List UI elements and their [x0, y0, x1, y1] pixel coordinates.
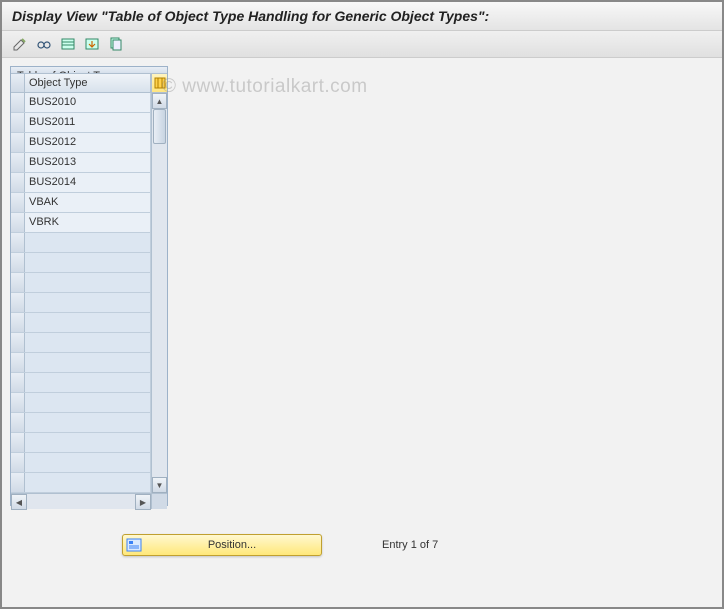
- table-row[interactable]: BUS2010: [11, 93, 151, 113]
- vertical-scrollbar[interactable]: ▲ ▼: [151, 93, 167, 493]
- cell-empty[interactable]: [25, 453, 151, 472]
- row-handle[interactable]: [11, 133, 25, 152]
- table-row[interactable]: [11, 233, 151, 253]
- table-row[interactable]: BUS2011: [11, 113, 151, 133]
- table-row[interactable]: BUS2012: [11, 133, 151, 153]
- cell-empty[interactable]: [25, 333, 151, 352]
- table-row[interactable]: VBAK: [11, 193, 151, 213]
- position-button-label: Position...: [147, 539, 317, 551]
- table-row[interactable]: [11, 373, 151, 393]
- table-row[interactable]: BUS2013: [11, 153, 151, 173]
- table-row[interactable]: [11, 273, 151, 293]
- cell-empty[interactable]: [25, 413, 151, 432]
- table-row[interactable]: [11, 413, 151, 433]
- cell-object-type[interactable]: BUS2013: [25, 153, 151, 172]
- cell-object-type[interactable]: BUS2014: [25, 173, 151, 192]
- table-icon[interactable]: [58, 34, 78, 54]
- horizontal-scrollbar[interactable]: ◀ ▶: [11, 493, 167, 509]
- page-title: Display View "Table of Object Type Handl…: [2, 2, 722, 31]
- row-handle[interactable]: [11, 93, 25, 112]
- row-handle[interactable]: [11, 413, 25, 432]
- row-handle[interactable]: [11, 473, 25, 492]
- row-handle[interactable]: [11, 393, 25, 412]
- edit-icon[interactable]: [10, 34, 30, 54]
- scroll-left-button[interactable]: ◀: [11, 494, 27, 510]
- cell-empty[interactable]: [25, 313, 151, 332]
- rows-area: BUS2010BUS2011BUS2012BUS2013BUS2014VBAKV…: [11, 93, 151, 493]
- scroll-down-button[interactable]: ▼: [152, 477, 167, 493]
- row-handle[interactable]: [11, 453, 25, 472]
- cell-empty[interactable]: [25, 233, 151, 252]
- glasses-icon[interactable]: [34, 34, 54, 54]
- scroll-track[interactable]: [152, 109, 167, 477]
- row-handle[interactable]: [11, 273, 25, 292]
- cell-object-type[interactable]: BUS2012: [25, 133, 151, 152]
- cell-empty[interactable]: [25, 373, 151, 392]
- row-handle[interactable]: [11, 153, 25, 172]
- cell-object-type[interactable]: BUS2011: [25, 113, 151, 132]
- table-body: BUS2010BUS2011BUS2012BUS2013BUS2014VBAKV…: [11, 93, 167, 493]
- scroll-thumb[interactable]: [153, 109, 166, 144]
- row-handle[interactable]: [11, 353, 25, 372]
- row-handle[interactable]: [11, 313, 25, 332]
- scroll-up-button[interactable]: ▲: [152, 93, 167, 109]
- footer: Position... Entry 1 of 7: [2, 534, 722, 556]
- table-header-row: Object Type: [11, 74, 167, 93]
- cell-empty[interactable]: [25, 393, 151, 412]
- row-handle[interactable]: [11, 233, 25, 252]
- table-row[interactable]: [11, 393, 151, 413]
- scroll-track-h[interactable]: [27, 494, 135, 509]
- cell-empty[interactable]: [25, 273, 151, 292]
- table-row[interactable]: [11, 253, 151, 273]
- table-row[interactable]: [11, 353, 151, 373]
- row-handle[interactable]: [11, 173, 25, 192]
- cell-empty[interactable]: [25, 473, 151, 492]
- export-icon[interactable]: [82, 34, 102, 54]
- position-icon: [125, 537, 143, 553]
- row-handle[interactable]: [11, 113, 25, 132]
- row-handle-header: [11, 74, 25, 92]
- table-row[interactable]: [11, 433, 151, 453]
- cell-object-type[interactable]: VBRK: [25, 213, 151, 232]
- cell-object-type[interactable]: BUS2010: [25, 93, 151, 112]
- content-area: © www.tutorialkart.com Table of Object T…: [2, 58, 722, 568]
- table-row[interactable]: [11, 313, 151, 333]
- row-handle[interactable]: [11, 373, 25, 392]
- cell-empty[interactable]: [25, 433, 151, 452]
- position-button[interactable]: Position...: [122, 534, 322, 556]
- cell-empty[interactable]: [25, 353, 151, 372]
- row-handle[interactable]: [11, 213, 25, 232]
- row-handle[interactable]: [11, 193, 25, 212]
- configure-columns-button[interactable]: [151, 74, 167, 92]
- table-panel: Table of Object Typ... Object Type BUS20…: [10, 66, 168, 506]
- cell-object-type[interactable]: VBAK: [25, 193, 151, 212]
- row-handle[interactable]: [11, 293, 25, 312]
- row-handle[interactable]: [11, 433, 25, 452]
- table-row[interactable]: [11, 453, 151, 473]
- cell-empty[interactable]: [25, 253, 151, 272]
- table-row[interactable]: BUS2014: [11, 173, 151, 193]
- row-handle[interactable]: [11, 333, 25, 352]
- toolbar: [2, 31, 722, 58]
- scroll-right-button[interactable]: ▶: [135, 494, 151, 510]
- table-row[interactable]: VBRK: [11, 213, 151, 233]
- watermark: © www.tutorialkart.com: [162, 76, 368, 98]
- copy-icon[interactable]: [106, 34, 126, 54]
- table-row[interactable]: [11, 473, 151, 493]
- cell-empty[interactable]: [25, 293, 151, 312]
- column-header-object-type[interactable]: Object Type: [25, 74, 151, 92]
- row-handle[interactable]: [11, 253, 25, 272]
- table-title: Table of Object Typ...: [11, 67, 167, 74]
- table-row[interactable]: [11, 293, 151, 313]
- scroll-corner: [151, 494, 167, 509]
- table-row[interactable]: [11, 333, 151, 353]
- entry-counter: Entry 1 of 7: [382, 539, 438, 551]
